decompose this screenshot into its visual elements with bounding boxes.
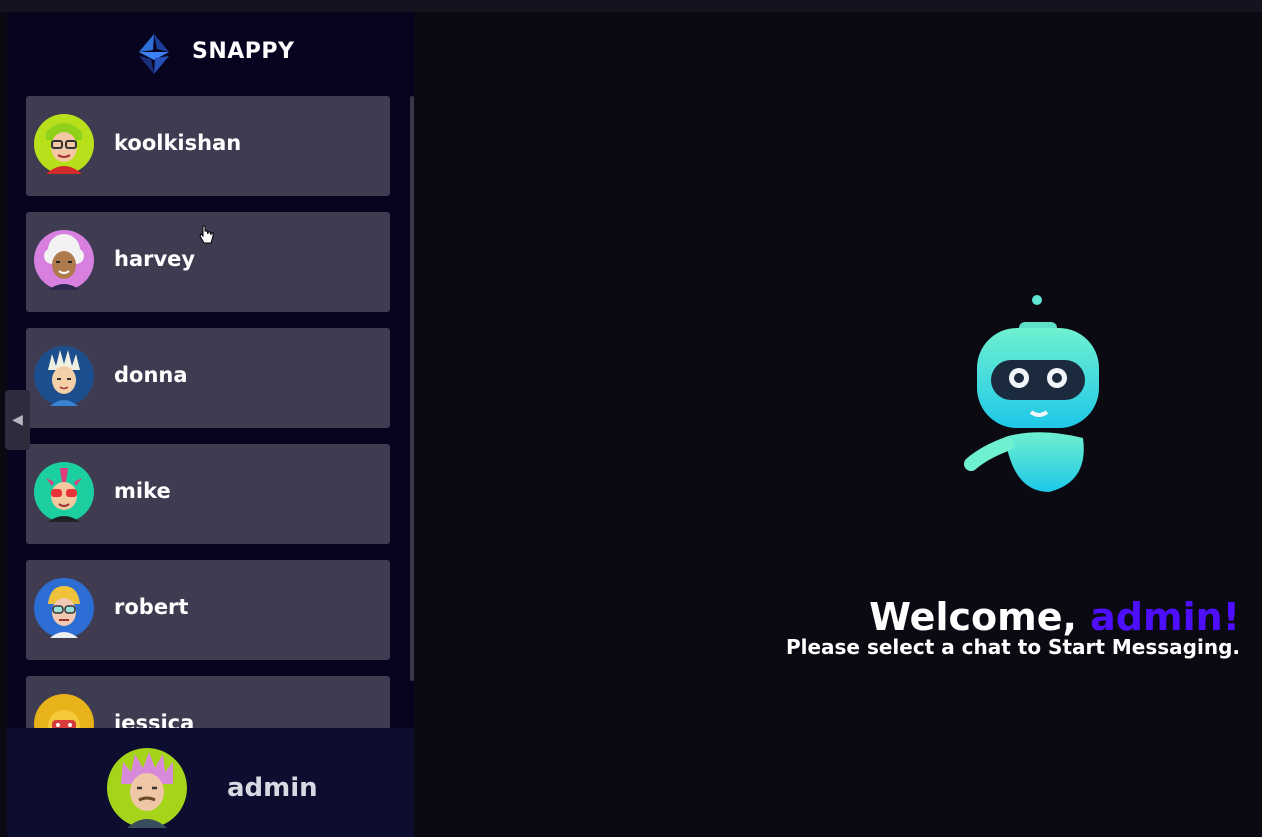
welcome-heading: Welcome, admin!: [714, 595, 1240, 639]
avatar-icon: [34, 230, 94, 290]
current-user-panel: admin: [7, 728, 414, 837]
contact-item[interactable]: jessica: [26, 676, 390, 728]
chevron-left-icon: ◀: [12, 412, 23, 428]
contact-name: jessica: [114, 711, 195, 728]
contact-name: koolkishan: [114, 131, 242, 155]
contacts-sidebar: SNAPPY koolkishan harvey donna mike robe…: [7, 12, 414, 837]
contact-item[interactable]: mike: [26, 444, 390, 544]
snappy-logo-icon: [139, 34, 169, 74]
contact-name: mike: [114, 479, 171, 503]
contact-name: harvey: [114, 247, 196, 271]
brand-header: SNAPPY: [7, 12, 414, 90]
welcome-message: Welcome, admin! Please select a chat to …: [714, 595, 1262, 659]
robot-mascot-icon: [964, 295, 1099, 492]
avatar-icon: [34, 462, 94, 522]
mouse-cursor-icon: [199, 225, 214, 244]
avatar-icon: [34, 346, 94, 406]
current-user-avatar-icon: [107, 748, 187, 828]
contact-item[interactable]: koolkishan: [26, 96, 390, 196]
contact-list[interactable]: koolkishan harvey donna mike robert jess…: [26, 96, 390, 728]
avatar-icon: [34, 114, 94, 174]
contact-name: donna: [114, 363, 188, 387]
contact-item[interactable]: robert: [26, 560, 390, 660]
welcome-subtitle: Please select a chat to Start Messaging.: [785, 635, 1240, 659]
avatar-icon: [34, 694, 94, 728]
welcome-panel: Welcome, admin! Please select a chat to …: [414, 12, 1262, 837]
welcome-username: admin!: [1090, 595, 1240, 639]
top-bar: [0, 0, 1262, 12]
brand-name: SNAPPY: [192, 39, 295, 64]
avatar-icon: [34, 578, 94, 638]
contact-item[interactable]: donna: [26, 328, 390, 428]
collapse-sidebar-button[interactable]: ◀: [5, 390, 30, 450]
current-user-name: admin: [227, 773, 318, 803]
welcome-greeting: Welcome,: [869, 595, 1091, 639]
contact-name: robert: [114, 595, 189, 619]
